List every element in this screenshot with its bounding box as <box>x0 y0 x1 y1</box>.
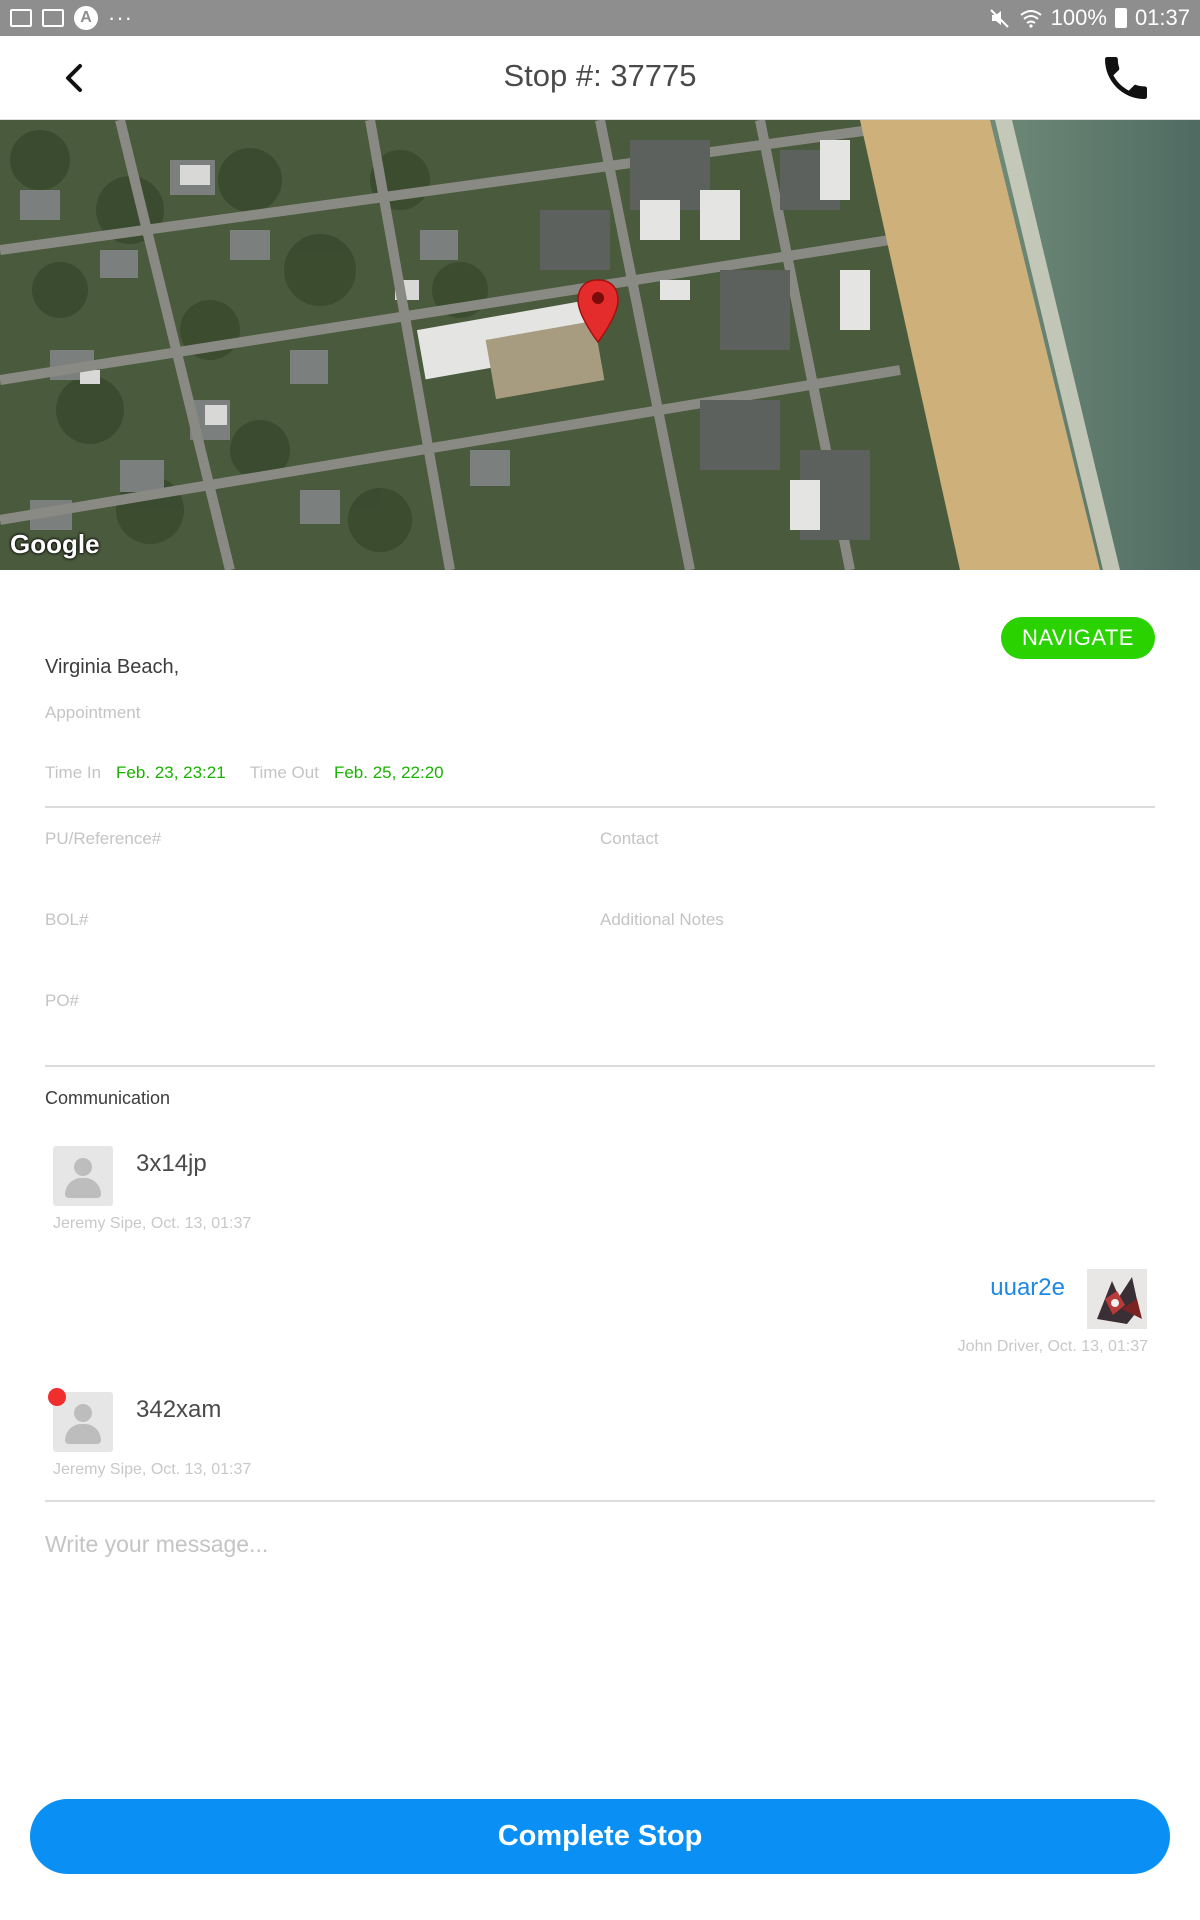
status-bar-left: A ··· <box>10 6 133 30</box>
navigate-button[interactable]: NAVIGATE <box>1001 617 1155 659</box>
status-bar: A ··· 100% 01:37 <box>0 0 1200 36</box>
phone-icon <box>1105 57 1147 99</box>
image-icon <box>10 9 32 27</box>
map-view[interactable]: Google <box>0 120 1200 570</box>
more-notifications-icon: ··· <box>108 5 133 30</box>
avatar-body-shape <box>65 1424 101 1444</box>
message-input[interactable] <box>45 1524 1155 1564</box>
appointment-label: Appointment <box>45 703 141 722</box>
app-icon: A <box>74 6 98 30</box>
message-text: 3x14jp <box>136 1150 207 1177</box>
message-text: 342xam <box>136 1396 222 1423</box>
avatar <box>1087 1269 1147 1329</box>
mail-icon <box>42 9 64 27</box>
message-meta: Jeremy Sipe, Oct. 13, 01:37 <box>53 1461 252 1478</box>
divider <box>45 1500 1155 1502</box>
divider <box>45 806 1155 808</box>
time-out-label: Time Out <box>249 763 319 782</box>
app-header: Stop #: 37775 <box>0 36 1200 120</box>
battery-icon <box>1114 8 1127 28</box>
time-row: Time In Feb. 23, 23:21 Time Out Feb. 25,… <box>45 763 444 783</box>
page-title: Stop #: 37775 <box>503 58 697 93</box>
satellite-map <box>0 120 1200 570</box>
bol-label: BOL# <box>45 910 89 929</box>
message-meta: John Driver, Oct. 13, 01:37 <box>957 1338 1148 1355</box>
status-bar-right: 100% 01:37 <box>989 5 1190 30</box>
wifi-icon <box>1020 10 1042 28</box>
additional-notes-label: Additional Notes <box>600 910 724 929</box>
pu-reference-label: PU/Reference# <box>45 829 162 848</box>
communication-title: Communication <box>45 1088 171 1108</box>
contact-label: Contact <box>600 829 659 848</box>
time-out-value: Feb. 25, 22:20 <box>333 763 444 782</box>
avatar-head-shape <box>74 1158 92 1176</box>
call-button[interactable] <box>1098 50 1154 106</box>
user-photo <box>1087 1269 1147 1329</box>
clock: 01:37 <box>1134 5 1190 30</box>
divider <box>45 1065 1155 1067</box>
google-attribution: Google <box>10 529 100 559</box>
stop-address: Virginia Beach, <box>45 656 180 678</box>
mute-icon <box>989 9 1009 28</box>
battery-level: 100% <box>1050 5 1107 30</box>
avatar <box>53 1146 113 1206</box>
message-meta: Jeremy Sipe, Oct. 13, 01:37 <box>53 1215 252 1232</box>
unread-indicator <box>48 1388 66 1406</box>
avatar-body-shape <box>65 1178 101 1198</box>
time-in-value: Feb. 23, 23:21 <box>116 763 226 782</box>
message-text: uuar2e <box>990 1274 1065 1301</box>
avatar-head-shape <box>74 1404 92 1422</box>
po-label: PO# <box>45 991 80 1010</box>
complete-stop-button[interactable]: Complete Stop <box>30 1799 1170 1874</box>
time-in-label: Time In <box>45 763 102 782</box>
